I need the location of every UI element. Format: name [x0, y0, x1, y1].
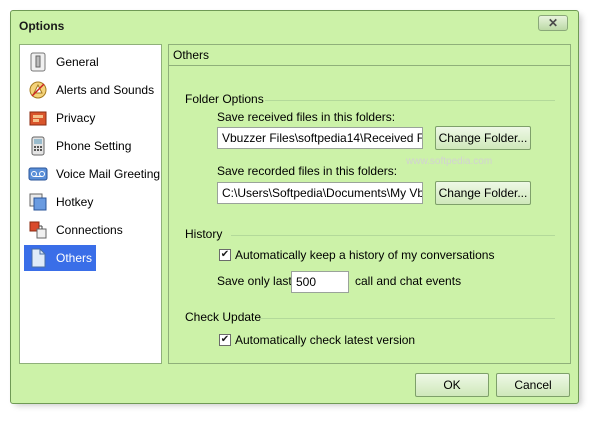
sidebar-item-label: Connections: [56, 223, 123, 237]
sidebar-item-alerts[interactable]: Alerts and Sounds: [24, 77, 154, 103]
sidebar-item-others[interactable]: Others: [24, 245, 97, 271]
options-window: Options ✕ General Alerts and Sounds Priv…: [10, 10, 579, 404]
history-suffix-label: call and chat events: [355, 274, 462, 288]
close-icon: ✕: [547, 16, 559, 30]
received-folder-label: Save received files in this folders:: [217, 110, 396, 124]
check-update-title: Check Update: [185, 310, 262, 324]
ok-button[interactable]: OK: [415, 373, 489, 397]
sidebar-item-label: Phone Setting: [56, 139, 132, 153]
folder-options-title: Folder Options: [185, 92, 264, 106]
recorded-folder-label: Save recorded files in this folders:: [217, 164, 398, 178]
sidebar-item-general[interactable]: General: [24, 49, 99, 75]
connections-icon: [28, 220, 48, 240]
change-recorded-folder-button[interactable]: Change Folder...: [435, 181, 531, 205]
voicemail-icon: [28, 164, 48, 184]
sidebar-item-label: Hotkey: [56, 195, 94, 209]
sidebar-item-voicemail[interactable]: Voice Mail Greeting: [24, 161, 160, 187]
sidebar-item-phone[interactable]: Phone Setting: [24, 133, 131, 159]
change-received-folder-button[interactable]: Change Folder...: [435, 126, 531, 150]
general-icon: [28, 52, 48, 72]
privacy-icon: [28, 108, 48, 128]
sidebar-item-label: Voice Mail Greeting: [56, 167, 161, 181]
others-panel: Others Folder Options Save received file…: [168, 44, 571, 364]
folder-options-divider: [265, 100, 555, 101]
history-divider: [231, 235, 555, 236]
hotkey-icon: [28, 192, 48, 212]
sidebar-item-label: Privacy: [56, 111, 96, 125]
checkmark-icon: ✔: [220, 249, 230, 260]
alerts-icon: [28, 80, 48, 100]
sidebar-item-privacy[interactable]: Privacy: [24, 105, 95, 131]
recorded-folder-field[interactable]: C:\Users\Softpedia\Documents\My Vbuzzer: [217, 182, 423, 204]
auto-check-version-checkbox[interactable]: ✔: [219, 334, 231, 346]
sidebar-item-hotkey[interactable]: Hotkey: [24, 189, 93, 215]
close-button[interactable]: ✕: [538, 15, 568, 31]
cancel-button[interactable]: Cancel: [496, 373, 570, 397]
watermark-text: www.softpedia.com: [406, 156, 493, 167]
panel-header: Others: [169, 45, 570, 66]
document-icon: [28, 248, 48, 268]
auto-check-version-label: Automatically check latest version: [235, 333, 416, 347]
window-title: Options: [19, 19, 65, 33]
history-title: History: [185, 227, 223, 241]
check-update-divider: [259, 318, 555, 319]
sidebar-item-connections[interactable]: Connections: [24, 217, 123, 243]
sidebar-item-label: Alerts and Sounds: [56, 83, 155, 97]
sidebar: General Alerts and Sounds Privacy Phone …: [19, 44, 162, 364]
keep-history-checkbox[interactable]: ✔: [219, 249, 231, 261]
checkmark-icon: ✔: [220, 334, 230, 345]
received-folder-field[interactable]: Vbuzzer Files\softpedia14\Received Files: [217, 127, 423, 149]
save-only-last-label: Save only last: [217, 274, 292, 288]
keep-history-label: Automatically keep a history of my conve…: [235, 248, 495, 262]
sidebar-item-label: Others: [56, 251, 93, 265]
history-count-field[interactable]: 500: [291, 271, 349, 293]
sidebar-item-label: General: [56, 55, 99, 69]
phone-icon: [28, 136, 48, 156]
